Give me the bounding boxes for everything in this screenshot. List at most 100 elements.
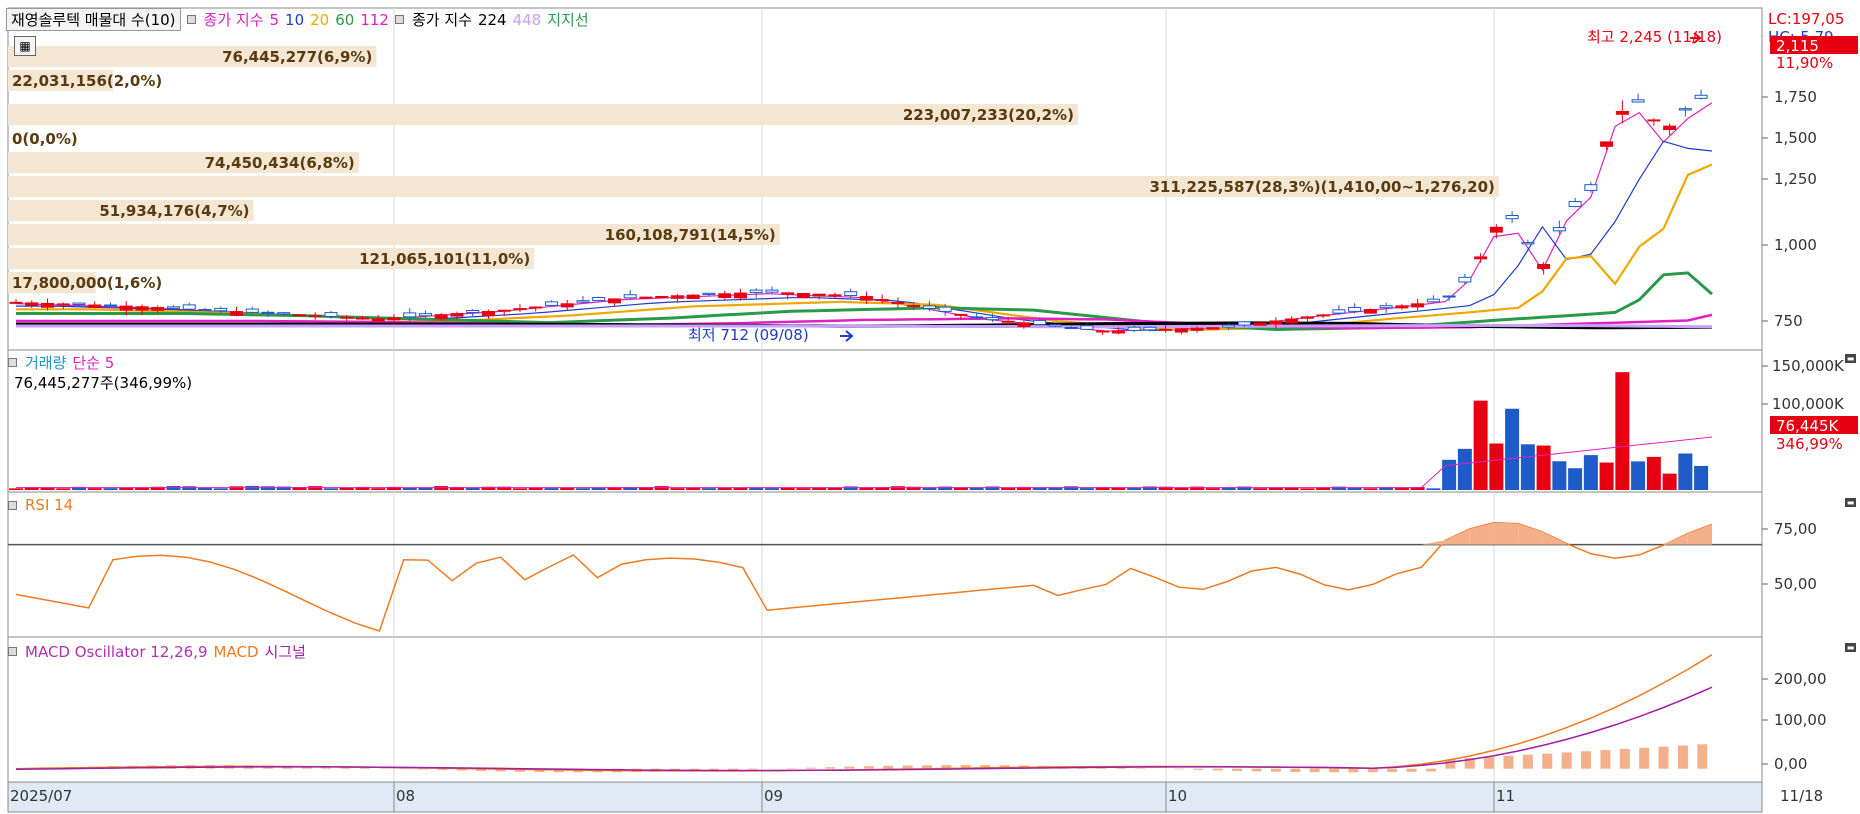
macd-legend: MACD Oscillator 12,26,9 MACD 시그널 <box>8 641 306 662</box>
macd-osc-bar <box>1581 751 1592 769</box>
price-tick-label: 1,750 <box>1774 88 1817 106</box>
volume-ma-line <box>16 436 1713 489</box>
rsi-overbought-area <box>1518 523 1543 545</box>
rsi-panel-minimize-icon[interactable]: ▬ <box>1845 498 1856 507</box>
ma-period-20[interactable]: 20 <box>310 11 329 29</box>
candle-body <box>1096 330 1110 333</box>
candle-body <box>324 312 338 317</box>
candle-body <box>922 305 936 309</box>
x-axis-label: 2025/07 <box>10 787 72 805</box>
macd-osc-bar <box>1173 768 1184 770</box>
volume-bar <box>512 488 527 490</box>
price-tick-label: 750 <box>1774 312 1803 330</box>
signal-label[interactable]: 시그널 <box>265 641 306 662</box>
volume-bar <box>1457 448 1472 490</box>
candle-body <box>450 313 464 317</box>
volume-legend-box[interactable] <box>8 358 17 367</box>
candle-body <box>1127 326 1141 331</box>
macd-osc-bar <box>1348 768 1359 773</box>
volume-panel-minimize-icon[interactable]: ▬ <box>1845 354 1856 363</box>
macd-osc-bar <box>418 768 429 770</box>
macd-osc-label[interactable]: MACD Oscillator 12,26,9 <box>25 643 208 661</box>
ma-period-10[interactable]: 10 <box>285 11 304 29</box>
candle-body <box>1521 242 1535 245</box>
volume-bar <box>1631 461 1646 490</box>
volume-bar <box>1678 453 1693 490</box>
rsi-legend-box[interactable] <box>8 500 17 510</box>
candle-body <box>812 293 826 297</box>
volume-bar <box>371 488 386 490</box>
macd-label[interactable]: MACD <box>214 643 259 661</box>
candle-body <box>859 296 873 301</box>
macd-osc-bar <box>883 765 894 769</box>
macd-line <box>15 654 1713 772</box>
candle-body <box>198 309 212 312</box>
candle-body <box>1285 318 1299 324</box>
volume-profile-label: 76,445,277(6,9%) <box>222 48 372 66</box>
rsi-overbought-area <box>1445 528 1470 545</box>
price-tag: 2,115 <box>1776 37 1819 55</box>
candle-body <box>1411 303 1425 308</box>
ma-legend-box[interactable] <box>186 15 196 24</box>
macd-osc-bar <box>1677 745 1688 769</box>
volume-bar <box>1646 456 1661 490</box>
candle-body <box>544 301 558 306</box>
candle-body <box>1159 328 1173 331</box>
volume-bar <box>733 488 748 490</box>
candle-body <box>88 304 102 308</box>
macd-osc-bar <box>1251 768 1262 772</box>
macd-tick-label: 100,00 <box>1774 711 1827 729</box>
macd-osc-bar <box>1270 768 1281 772</box>
volume-bar <box>323 488 338 490</box>
candle-body <box>1678 108 1692 111</box>
volume-bar <box>890 486 905 490</box>
macd-osc-bar <box>1425 768 1436 772</box>
volume-bar <box>764 488 779 490</box>
candle-body <box>560 303 574 308</box>
candle-body <box>1253 322 1267 326</box>
macd-osc-bar <box>1697 744 1708 769</box>
grid-tool-icon[interactable]: ▦ <box>14 36 36 56</box>
macd-legend-box[interactable] <box>8 647 17 656</box>
low-annotation: 최저 712 (09/08) <box>688 326 809 344</box>
ma-period-448[interactable]: 448 <box>513 11 542 29</box>
volume-title[interactable]: 거래량 <box>25 352 66 373</box>
macd-osc-bar <box>825 767 836 769</box>
stock-title[interactable]: 재영솔루텍 매물대 수(10) <box>6 8 181 31</box>
rsi-title[interactable]: RSI 14 <box>25 496 73 514</box>
candle-body <box>481 310 495 317</box>
volume-bar <box>1237 486 1252 490</box>
ma-period-60[interactable]: 60 <box>335 11 354 29</box>
high-annotation: 최고 2,245 (11/18) <box>1587 28 1722 46</box>
candle-body <box>1489 226 1503 233</box>
stock-chart: 76,445,277(6,9%) 22,031,156(2,0%) 223,007,… <box>7 7 1858 813</box>
ma-period-224[interactable]: 224 <box>478 11 507 29</box>
candle-body <box>765 289 779 293</box>
candle-body <box>1332 309 1346 314</box>
candle-body <box>1064 327 1078 330</box>
candle-body <box>103 304 117 307</box>
candle-body <box>1001 320 1015 323</box>
ma-period-112[interactable]: 112 <box>360 11 389 29</box>
volume-bar <box>670 488 685 490</box>
candle-body <box>25 302 39 306</box>
candle-body <box>1017 322 1031 328</box>
price-legend: 재영솔루텍 매물대 수(10) 종가 지수 5 10 20 60 112 종가 … <box>6 8 589 31</box>
candle-body <box>970 316 984 319</box>
support-line-label[interactable]: 지지선 <box>547 9 588 30</box>
macd-osc-bar <box>805 767 816 769</box>
volume-bar <box>229 486 244 490</box>
ma2-legend-box[interactable] <box>394 15 404 24</box>
volume-ma-label[interactable]: 단순 5 <box>72 352 114 373</box>
volume-bar <box>1205 488 1220 490</box>
candle-body <box>1631 99 1645 103</box>
candle-body <box>466 309 480 314</box>
candle-body <box>371 318 385 322</box>
volume-bar <box>1363 488 1378 490</box>
macd-osc-bar <box>1329 768 1340 773</box>
volume-bar <box>1615 372 1630 490</box>
candle-body <box>119 305 133 311</box>
macd-panel-minimize-icon[interactable]: ▬ <box>1845 643 1856 652</box>
ma2-title: 종가 지수 <box>411 11 472 29</box>
ma-period-5[interactable]: 5 <box>270 11 280 29</box>
